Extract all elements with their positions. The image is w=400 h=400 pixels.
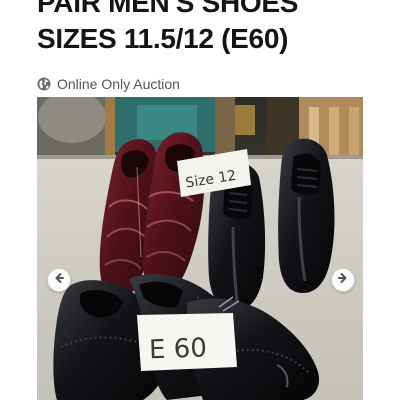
lot-label-text: E 60 [149, 333, 208, 365]
lot-label-note: E 60 [137, 313, 237, 371]
auction-type-label: Online Only Auction [57, 76, 180, 92]
auction-type-row: Online Only Auction [37, 75, 180, 93]
listing-title: PAIR MEN'S SHOES SIZES 11.5/12 (E60) [37, 0, 397, 57]
globe-icon [37, 77, 51, 91]
next-photo-button[interactable] [331, 268, 355, 292]
arrow-right-icon [337, 271, 349, 289]
previous-photo-button[interactable] [47, 268, 71, 292]
listing-title-line-2: SIZES 11.5/12 (E60) [37, 23, 289, 54]
listing-title-line-1: PAIR MEN'S SHOES [37, 0, 299, 18]
lot-photo[interactable]: Size 12 E 60 [37, 97, 363, 400]
arrow-left-icon [53, 271, 65, 289]
